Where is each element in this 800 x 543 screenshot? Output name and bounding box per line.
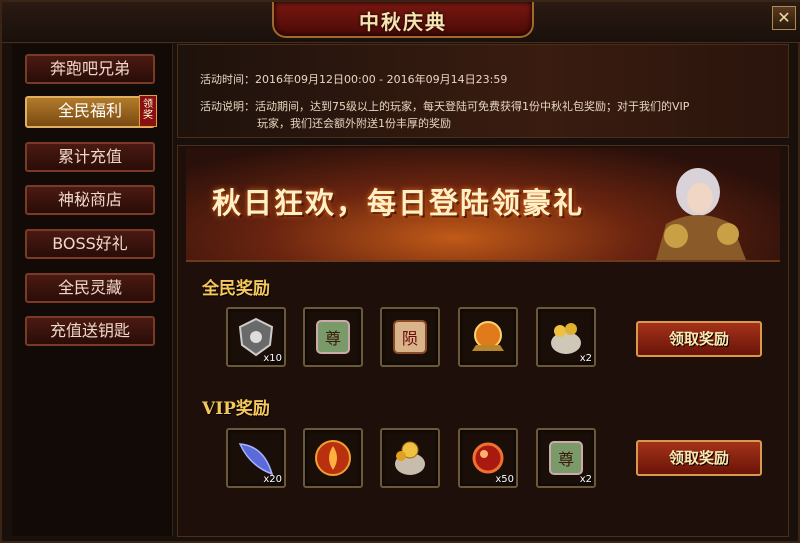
all-reward-slot-1[interactable]: x10 — [226, 307, 286, 367]
all-reward-slot-4[interactable] — [458, 307, 518, 367]
banner-slogan: 秋日狂欢，每日登陆领豪礼 — [212, 186, 585, 220]
sidebar-item-quanmin-lingcang[interactable]: 全民灵藏 — [25, 273, 155, 303]
item-quantity: x50 — [495, 474, 514, 485]
sidebar: 奔跑吧兄弟 全民福利 领奖 累计充值 神秘商店 BOSS好礼 全民灵藏 充值送钥… — [12, 44, 173, 536]
claim-all-reward-button[interactable]: 领取奖励 — [636, 321, 762, 357]
item-quantity: x10 — [263, 353, 282, 364]
close-icon: ✕ — [777, 8, 791, 27]
claim-vip-reward-button[interactable]: 领取奖励 — [636, 440, 762, 476]
event-window: 中秋庆典 ✕ 奔跑吧兄弟 全民福利 领奖 累计充值 神秘商店 BOSS好礼 全民… — [0, 0, 800, 543]
event-time: 活动时间：2016年09月12日00:00 - 2016年09月14日23:59 — [200, 71, 507, 87]
sidebar-item-quanmin-fuli[interactable]: 全民福利 领奖 — [25, 95, 157, 128]
event-desc-line1: 活动期间，达到75级以上的玩家，每天登陆可免费获得1份中秋礼包奖励；对于我们的V… — [255, 100, 690, 113]
event-desc-label: 活动说明： — [200, 100, 255, 113]
all-reward-slot-5[interactable]: x2 — [536, 307, 596, 367]
claim-badge: 领奖 — [139, 95, 157, 127]
scroll-yun-icon: 陨 — [393, 320, 427, 354]
sidebar-item-label: 全民福利 — [57, 101, 122, 120]
sidebar-item-boss-haoli[interactable]: BOSS好礼 — [25, 229, 155, 259]
event-desc: 活动说明：活动期间，达到75级以上的玩家，每天登陆可免费获得1份中秋礼包奖励；对… — [200, 98, 689, 114]
all-reward-slot-3[interactable]: 陨 — [380, 307, 440, 367]
event-desc-line2: 玩家，我们还会额外附送1份丰厚的奖励 — [257, 117, 451, 130]
event-banner: 秋日狂欢，每日登陆领豪礼 — [186, 148, 780, 262]
svg-text:尊: 尊 — [325, 329, 341, 348]
vip-reward-slot-4[interactable]: x50 — [458, 428, 518, 488]
reward-panel: 秋日狂欢，每日登陆领豪礼 全民奖励 x10 尊 陨 x2 领取奖励 VIP奖励 … — [177, 145, 789, 537]
all-rewards-title: 全民奖励 — [202, 279, 270, 299]
event-info-panel: 活动时间：2016年09月12日00:00 - 2016年09月14日23:59… — [177, 44, 789, 138]
sidebar-item-benpao[interactable]: 奔跑吧兄弟 — [25, 54, 155, 84]
title-plate: 中秋庆典 — [272, 2, 534, 38]
flame-badge-icon — [315, 440, 351, 476]
item-quantity: x20 — [263, 474, 282, 485]
vip-reward-slot-2[interactable] — [303, 428, 363, 488]
window-title: 中秋庆典 — [359, 10, 447, 34]
vip-rewards-title: VIP奖励 — [202, 399, 270, 419]
vip-reward-slot-5[interactable]: 尊 x2 — [536, 428, 596, 488]
title-bar: 中秋庆典 ✕ — [2, 2, 800, 43]
hero-character-image — [656, 168, 746, 260]
sidebar-item-leiji-chongzhi[interactable]: 累计充值 — [25, 142, 155, 172]
sidebar-item-chongzhi-yaoshi[interactable]: 充值送钥匙 — [25, 316, 155, 346]
vip-reward-slot-3[interactable] — [380, 428, 440, 488]
all-reward-slot-2[interactable]: 尊 — [303, 307, 363, 367]
scroll-zun-icon: 尊 — [316, 320, 350, 354]
item-quantity: x2 — [579, 353, 592, 364]
svg-text:尊: 尊 — [558, 450, 574, 469]
vip-reward-slot-1[interactable]: x20 — [226, 428, 286, 488]
event-time-value: 2016年09月12日00:00 - 2016年09月14日23:59 — [255, 73, 508, 86]
close-button[interactable]: ✕ — [772, 6, 796, 30]
svg-text:陨: 陨 — [402, 329, 418, 348]
item-quantity: x2 — [579, 474, 592, 485]
fire-orb-icon — [472, 321, 504, 351]
coin-sack-icon — [395, 441, 425, 475]
sidebar-item-shenmi-shangdian[interactable]: 神秘商店 — [25, 185, 155, 215]
event-time-label: 活动时间： — [200, 73, 255, 86]
